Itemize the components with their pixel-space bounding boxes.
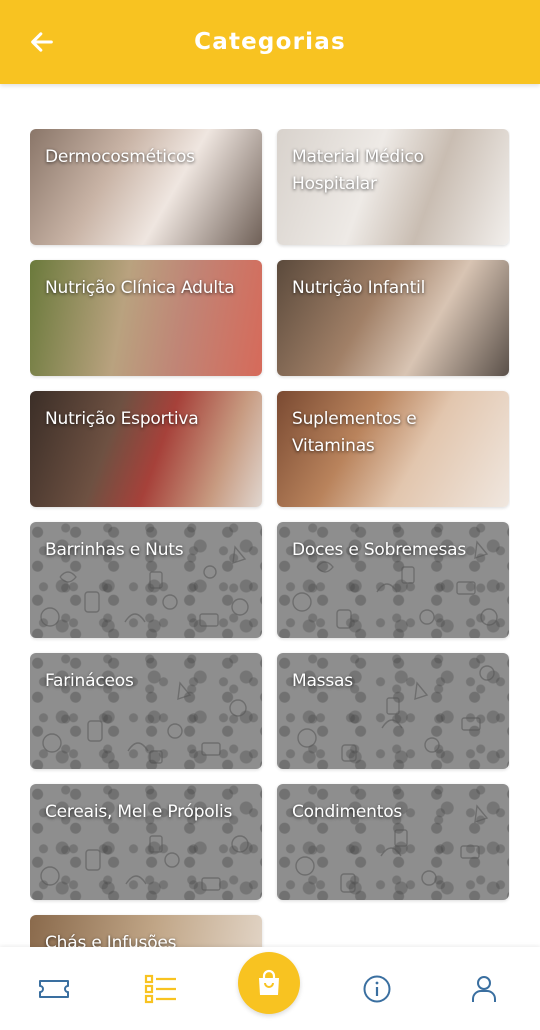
nav-categories-button[interactable] (143, 971, 179, 1007)
category-label: Condimentos (292, 802, 403, 822)
nav-cart-button[interactable] (238, 952, 300, 1014)
bottom-navigation (0, 947, 540, 1030)
category-card-material-medico-hospitalar[interactable]: Material Médico Hospitalar (277, 129, 509, 245)
category-label: Dermocosméticos (45, 147, 195, 167)
category-label: Material Médico Hospitalar (292, 147, 424, 194)
app-screen: Categorias Dermocosméticos Material Médi… (0, 0, 540, 1030)
category-label: Farináceos (45, 671, 134, 691)
category-label: Nutrição Infantil (292, 278, 426, 298)
category-label: Chás e Infusões (45, 933, 177, 947)
category-label: Doces e Sobremesas (292, 540, 467, 560)
category-card-barrinhas-e-nuts[interactable]: Barrinhas e Nuts (30, 522, 262, 638)
ticket-icon (39, 980, 69, 998)
category-card-suplementos-e-vitaminas[interactable]: Suplementos e Vitaminas (277, 391, 509, 507)
category-label: Massas (292, 671, 353, 691)
arrow-left-icon (31, 32, 53, 52)
category-card-farinaceos[interactable]: Farináceos (30, 653, 262, 769)
categories-grid: Dermocosméticos Material Médico Hospital… (30, 129, 510, 947)
category-card-chas-e-infusoes[interactable]: Chás e Infusões (30, 915, 262, 947)
category-card-massas[interactable]: Massas (277, 653, 509, 769)
category-label: Cereais, Mel e Própolis (45, 802, 233, 822)
category-label: Nutrição Esportiva (45, 409, 199, 429)
nav-ticket-button[interactable] (36, 971, 72, 1007)
nav-info-button[interactable] (359, 971, 395, 1007)
top-app-bar: Categorias (0, 0, 540, 84)
category-card-cereais-mel-e-propolis[interactable]: Cereais, Mel e Própolis (30, 784, 262, 900)
category-label: Nutrição Clínica Adulta (45, 278, 235, 298)
category-label: Barrinhas e Nuts (45, 540, 184, 560)
category-card-nutricao-esportiva[interactable]: Nutrição Esportiva (30, 391, 262, 507)
category-card-nutricao-clinica-adulta[interactable]: Nutrição Clínica Adulta (30, 260, 262, 376)
category-label: Suplementos e Vitaminas (292, 409, 417, 456)
nav-profile-button[interactable] (466, 971, 502, 1007)
shopping-bag-icon (259, 969, 279, 995)
category-card-doces-e-sobremesas[interactable]: Doces e Sobremesas (277, 522, 509, 638)
back-button[interactable] (26, 26, 58, 58)
category-card-condimentos[interactable]: Condimentos (277, 784, 509, 900)
page-title: Categorias (194, 29, 346, 55)
info-icon (363, 975, 391, 1003)
category-card-nutricao-infantil[interactable]: Nutrição Infantil (277, 260, 509, 376)
list-icon (144, 974, 176, 1004)
user-icon (472, 976, 496, 1002)
category-card-dermocosmeticos[interactable]: Dermocosméticos (30, 129, 262, 245)
